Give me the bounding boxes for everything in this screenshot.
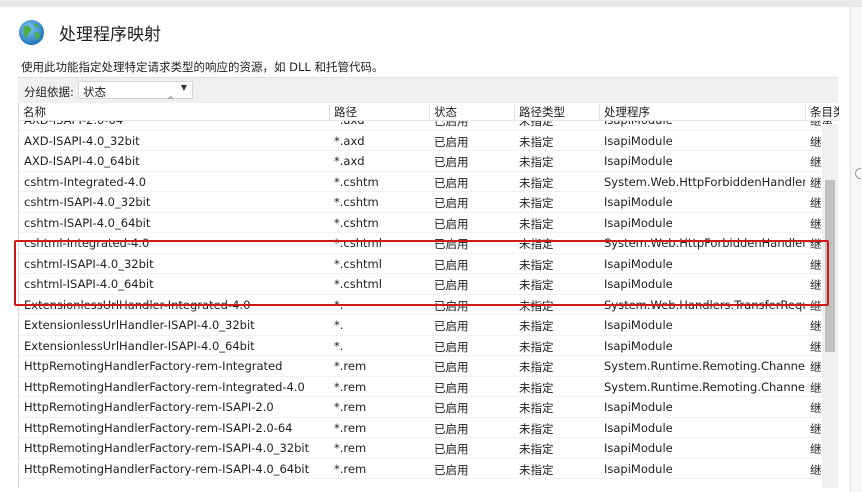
table-cell: 未指定 [519, 380, 554, 395]
table-cell: HttpRemotingHandlerFactory-rem-ISAPI-4.0… [24, 441, 310, 455]
table-cell: IsapiModule [604, 318, 673, 332]
table-row[interactable]: HttpRemotingHandlerFactory-rem-ISAPI-2.0… [19, 418, 833, 438]
table-row[interactable]: cshtm-ISAPI-4.0_64bit *.cshtm 已启用 未指定 IsapiM… [19, 213, 833, 233]
table-cell: 未指定 [519, 175, 554, 190]
pane-collapse-handle[interactable] [855, 168, 861, 179]
table-cell: *.rem [334, 441, 367, 455]
table-cell: *.axd [334, 133, 365, 148]
column-header-1[interactable]: 路径 [329, 104, 429, 120]
table-cell: AXD-ISAPI-4.0_32bit [24, 133, 140, 148]
table-cell: 已启用 [434, 134, 469, 149]
table-cell: System.Runtime.Remoting.Channel... [604, 379, 805, 394]
table-cell: 未指定 [519, 401, 554, 415]
table-cell: *.axd [334, 154, 365, 168]
table-cell: 已启用 [434, 155, 469, 169]
table-cell: 已启用 [434, 380, 469, 395]
table-row[interactable]: cshtm-Integrated-4.0 *.cshtm 已启用 未指定 System.… [19, 172, 833, 192]
cshtml-rows-highlight-box [14, 240, 829, 306]
table-cell: IsapiModule [604, 400, 673, 414]
table-cell: *.cshtm [334, 215, 379, 230]
table-row[interactable]: ExtensionlessUrlHandler-ISAPI-4.0_64bit *… [19, 336, 833, 356]
table-row[interactable]: AXD-ISAPI-4.0_64bit *.axd 已启用 未指定 IsapiModul… [19, 151, 833, 172]
table-cell: *.rem [334, 359, 367, 373]
table-cell: cshtm-Integrated-4.0 [24, 174, 147, 189]
table-cell: System.Runtime.Remoting.Channel... [604, 359, 805, 373]
table-cell: *.rem [334, 400, 367, 414]
table-cell: IsapiModule [604, 461, 673, 476]
vertical-scrollbar[interactable] [822, 124, 838, 488]
table-cell: IsapiModule [604, 420, 673, 435]
table-row[interactable]: HttpRemotingHandlerFactory-rem-Integrate… [19, 377, 833, 397]
window-top-band [0, 0, 862, 7]
table-cell: 已启用 [434, 319, 469, 333]
table-cell: 未指定 [519, 421, 554, 436]
column-header-3[interactable]: 路径类型 [514, 104, 599, 120]
group-by-value: 状态 [83, 85, 106, 99]
table-cell: 已启用 [434, 421, 469, 436]
group-by-toolbar: 分组依据: 状态 ▼ [18, 77, 838, 104]
table-cell: 未指定 [519, 339, 554, 354]
table-cell: cshtm-ISAPI-4.0_64bit [24, 215, 151, 230]
table-cell: *.rem [334, 420, 367, 435]
table-cell: 已启用 [434, 196, 469, 210]
table-cell: HttpRemotingHandlerFactory-rem-ISAPI-2.0 [24, 400, 274, 414]
table-cell: IsapiModule [604, 154, 673, 168]
table-cell: 未指定 [519, 319, 554, 333]
table-cell: HttpRemotingHandlerFactory-rem-ISAPI-2.0… [24, 420, 293, 435]
table-row[interactable]: ExtensionlessUrlHandler-ISAPI-4.0_32bit *… [19, 315, 833, 336]
table-cell: *. [334, 318, 344, 332]
table-cell: IsapiModule [604, 195, 673, 209]
table-cell: 已启用 [434, 339, 469, 354]
table-cell: 已启用 [434, 175, 469, 190]
table-cell: *.cshtm [334, 174, 379, 189]
table-row[interactable]: HttpRemotingHandlerFactory-rem-ISAPI-4.0… [19, 459, 833, 479]
table-cell: cshtm-ISAPI-4.0_32bit [24, 195, 151, 209]
table-row[interactable]: HttpRemotingHandlerFactory-rem-Integrate… [19, 356, 833, 377]
table-cell: 未指定 [519, 462, 554, 477]
table-cell: 已启用 [434, 216, 469, 231]
table-cell: 未指定 [519, 196, 554, 210]
table-cell: 未指定 [519, 134, 554, 149]
table-row[interactable]: AXD-ISAPI-4.0_32bit *.axd 已启用 未指定 IsapiModul… [19, 131, 833, 151]
table-cell: HttpRemotingHandlerFactory-rem-Integrate… [24, 379, 305, 394]
table-header: 名称路径状态路径类型处理程序条目类型 [19, 103, 839, 121]
table-cell: 已启用 [434, 360, 469, 374]
column-header-4[interactable]: 处理程序 [599, 104, 805, 120]
table-row[interactable]: cshtm-ISAPI-4.0_32bit *.cshtm 已启用 未指定 IsapiM… [19, 192, 833, 213]
table-cell: 未指定 [519, 155, 554, 169]
dropdown-arrow-icon: ▼ [180, 83, 187, 92]
table-cell: IsapiModule [604, 133, 673, 148]
table-cell: 已启用 [434, 442, 469, 456]
table-cell: ExtensionlessUrlHandler-ISAPI-4.0_32bit [24, 318, 255, 332]
table-cell: IsapiModule [604, 338, 673, 353]
table-cell: 已启用 [434, 401, 469, 415]
table-cell: 未指定 [519, 360, 554, 374]
table-cell: HttpRemotingHandlerFactory-rem-Integrate… [24, 359, 283, 373]
page-description: 使用此功能指定处理特定请求类型的响应的资源，如 DLL 和托管代码。 [21, 60, 384, 74]
table-cell: *.rem [334, 461, 367, 476]
table-cell: AXD-ISAPI-4.0_64bit [24, 154, 140, 168]
group-by-label: 分组依据: [24, 85, 74, 99]
table-cell: 未指定 [519, 216, 554, 231]
table-cell: HttpRemotingHandlerFactory-rem-ISAPI-4.0… [24, 461, 310, 476]
right-pane-edge [850, 7, 862, 492]
table-row[interactable]: HttpRemotingHandlerFactory-rem-ISAPI-2.0… [19, 397, 833, 418]
table-cell: System.Web.HttpForbiddenHandler [604, 174, 805, 189]
table-cell: ExtensionlessUrlHandler-ISAPI-4.0_64bit [24, 338, 255, 353]
table-row[interactable]: HttpRemotingHandlerFactory-rem-ISAPI-4.0… [19, 438, 833, 459]
globe-icon [18, 19, 45, 46]
table-cell: IsapiModule [604, 215, 673, 230]
table-cell: IsapiModule [604, 441, 673, 455]
table-cell: 未指定 [519, 442, 554, 456]
column-header-0[interactable]: 名称 [19, 104, 329, 120]
page-title: 处理程序映射 [59, 25, 161, 45]
group-by-select[interactable]: 状态 ▼ [78, 81, 193, 99]
table-cell: 已启用 [434, 462, 469, 477]
column-header-5[interactable]: 条目类型 [805, 104, 839, 120]
table-cell: *. [334, 338, 344, 353]
column-header-2[interactable]: 状态 [429, 104, 514, 120]
table-cell: *.cshtm [334, 195, 379, 209]
table-cell: *.rem [334, 379, 367, 394]
